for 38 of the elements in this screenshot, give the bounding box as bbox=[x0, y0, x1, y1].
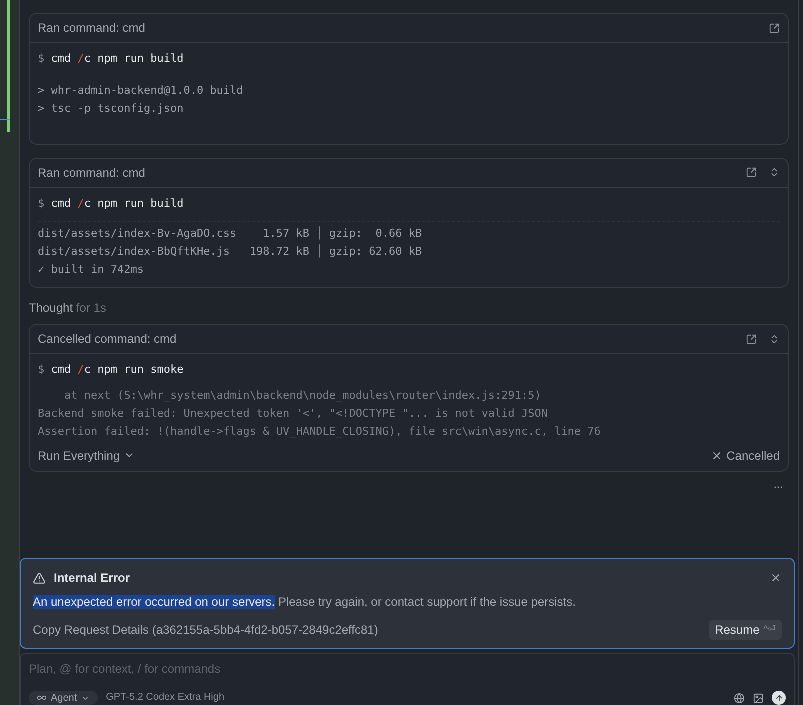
image-icon[interactable] bbox=[753, 692, 764, 704]
command-line: $ cmd /c npm run build bbox=[38, 51, 185, 67]
globe-icon[interactable] bbox=[734, 692, 745, 704]
card-title: Ran command: cmd bbox=[38, 20, 146, 37]
resume-button[interactable]: Resume ^⏎ bbox=[709, 620, 782, 640]
error-title: Internal Error bbox=[54, 570, 130, 587]
close-icon bbox=[710, 450, 723, 462]
output-line: ✓ built in 742ms bbox=[38, 262, 145, 278]
chat-input[interactable]: Plan, @ for context, / for commands Agent GPT-5.2 Codex Extra High bbox=[20, 653, 795, 705]
output-line: dist/assets/index-BbQftKHe.js 198.72 kB │ gzip: 62.60 kB bbox=[38, 244, 424, 260]
open-external-icon[interactable] bbox=[769, 22, 780, 34]
close-icon[interactable] bbox=[770, 572, 782, 584]
output-line: > tsc -p tsconfig.json bbox=[38, 100, 185, 116]
arrow-up-icon bbox=[774, 694, 784, 702]
command-line: $ cmd /c npm run smoke bbox=[38, 362, 185, 378]
open-external-icon[interactable] bbox=[746, 167, 757, 178]
warning-icon bbox=[33, 572, 46, 584]
card-title: Ran command: cmd bbox=[38, 164, 146, 182]
send-button[interactable] bbox=[772, 691, 786, 705]
model-selector[interactable]: GPT-5.2 Codex Extra High bbox=[106, 693, 225, 703]
thought-label[interactable]: Thought for 1s bbox=[29, 301, 106, 315]
output-line: dist/assets/index-Bv-AgaDO.css 1.57 kB │ gzip: 0.66 kB bbox=[38, 226, 424, 242]
error-message: An unexpected error occurred on our servers. Please try again, or contact support if the issue persists. bbox=[33, 594, 577, 611]
run-mode-dropdown[interactable]: Run Everything bbox=[38, 446, 136, 464]
expand-collapse-icon[interactable] bbox=[769, 167, 780, 178]
command-line: $ cmd /c npm run build bbox=[38, 196, 185, 212]
more-button[interactable]: ... bbox=[774, 480, 783, 490]
status-label: Cancelled bbox=[726, 448, 780, 464]
mode-selector[interactable]: Agent bbox=[29, 691, 98, 705]
output-line: Assertion failed: !(handle->flags & UV_HANDLE_CLOSING), file src\win\async.c, line 76 bbox=[38, 424, 602, 440]
infinity-icon bbox=[37, 693, 47, 703]
expand-collapse-icon[interactable] bbox=[769, 334, 780, 344]
output-line: at next (S:\whr_system\admin\backend\node_modules\router\index.js:291:5) bbox=[63, 388, 542, 404]
open-external-icon[interactable] bbox=[746, 334, 757, 344]
output-line: Backend smoke failed: Unexpected token '<', "<!DOCTYPE "... is not valid JSON bbox=[38, 406, 549, 422]
output-line: > whr-admin-backend@1.0.0 build bbox=[38, 82, 244, 98]
card-title: Cancelled command: cmd bbox=[38, 331, 177, 348]
copy-details-link[interactable]: Copy Request Details (a362155a-5bb4-4fd2-b057-2849c2effc81) bbox=[33, 621, 378, 639]
